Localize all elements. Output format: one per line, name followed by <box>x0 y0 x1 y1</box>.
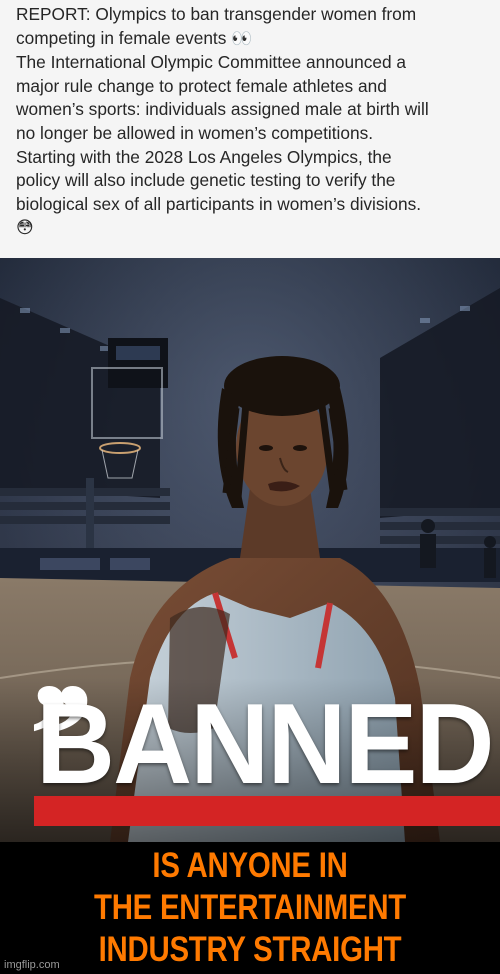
flushed-face-emoji-icon: 😳 <box>16 218 34 239</box>
post-body-line-2: major rule change to protect female athl… <box>16 75 387 96</box>
post-body-line-3: women’s sports: individuals assigned mal… <box>16 99 429 120</box>
post-body-line-1: The International Olympic Committee anno… <box>16 52 406 73</box>
post-body-line-4: no longer be allowed in women’s competit… <box>16 122 374 143</box>
news-post-caption: REPORT: Olympics to ban transgender wome… <box>0 0 500 258</box>
eyes-emoji-icon: 👀 <box>231 28 253 49</box>
post-headline-line-1: REPORT: Olympics to ban transgender wome… <box>16 4 417 24</box>
arena-photo: ,, BANNED <box>0 258 500 842</box>
meme-caption-line-3: INDUSTRY STRAIGHT <box>98 930 402 969</box>
post-headline-line-2: competing in female events 👀 <box>16 27 253 49</box>
meme-caption-line-2: THE ENTERTAINMENT <box>93 888 407 927</box>
post-body-line-6: policy will also include genetic testing… <box>16 170 396 191</box>
meme-image: REPORT: Olympics to ban transgender wome… <box>0 0 500 974</box>
banned-headline: BANNED <box>36 681 495 808</box>
meme-caption-line-1: IS ANYONE IN <box>152 846 348 885</box>
post-emoji-line: 😳 <box>16 216 490 241</box>
watermark: imgflip.com <box>4 959 60 971</box>
post-body-line-7: biological sex of all participants in wo… <box>16 193 422 214</box>
scoreboard <box>108 338 168 388</box>
post-body-line-5: Starting with the 2028 Los Angeles Olymp… <box>16 146 392 167</box>
meme-caption-bar: IS ANYONE IN THE ENTERTAINMENT INDUSTRY … <box>0 842 500 974</box>
